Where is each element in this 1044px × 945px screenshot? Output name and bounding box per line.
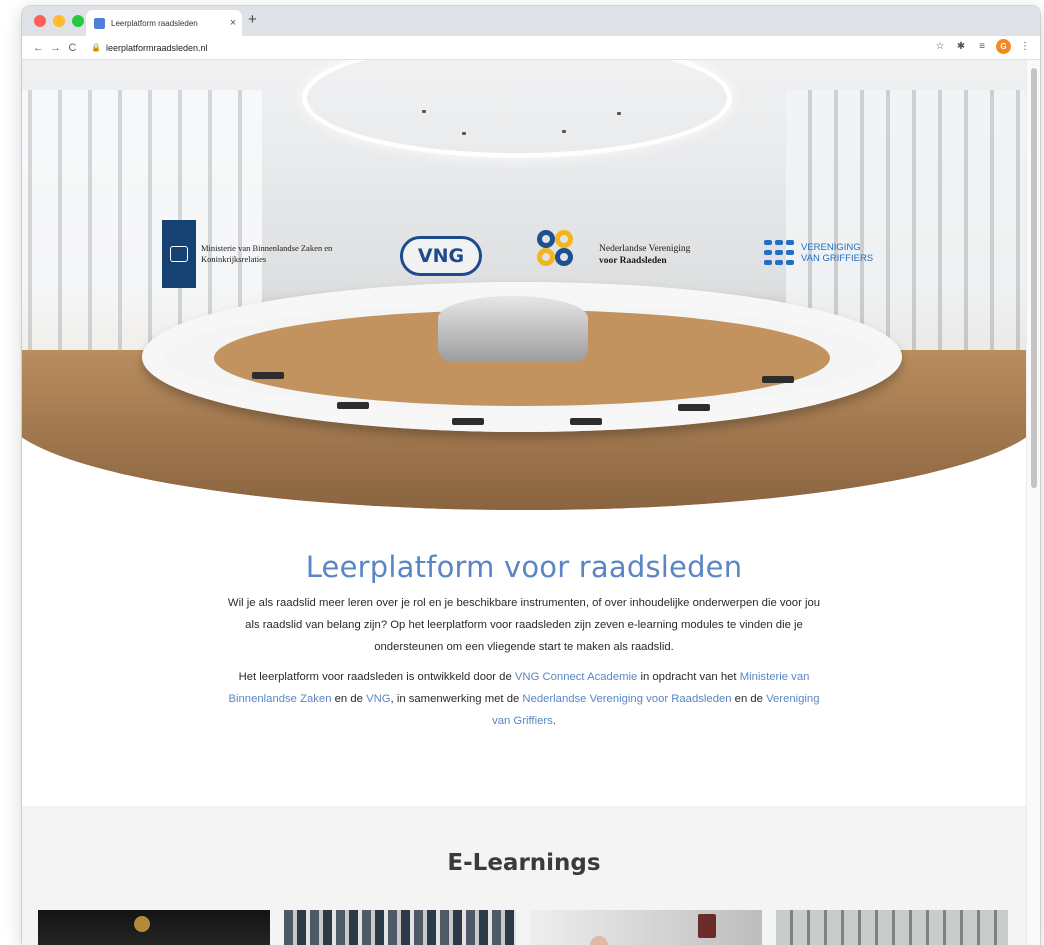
link-nvvr[interactable]: Nederlandse Vereniging voor Raadsleden (522, 693, 731, 705)
reload-icon[interactable]: C (64, 42, 81, 54)
elearning-card[interactable] (38, 910, 270, 945)
ceiling-spot (617, 112, 621, 115)
elearning-card[interactable] (776, 910, 1008, 945)
ceiling-spot (422, 110, 426, 113)
microphone-icon (570, 418, 602, 425)
microphone-icon (337, 402, 369, 409)
logo-ministerie-text: Ministerie van Binnenlandse Zaken en Kon… (201, 243, 333, 264)
link-vng[interactable]: VNG (366, 693, 390, 705)
intro-section: Leerplatform voor raadsleden Wil je als … (22, 550, 1026, 732)
scrollbar-thumb[interactable] (1031, 68, 1037, 488)
microphone-icon (678, 404, 710, 411)
credits-text: en de (331, 693, 367, 705)
ceiling-spot (462, 132, 466, 135)
vvg-mark-icon (764, 240, 794, 266)
link-vng-connect-academie[interactable]: VNG Connect Academie (515, 671, 637, 683)
credits-text: in opdracht van het (637, 671, 740, 683)
tab-close-icon[interactable]: × (224, 17, 242, 29)
credits-text: Het leerplatform voor raadsleden is ontw… (238, 671, 515, 683)
forward-arrow-icon[interactable]: → (47, 42, 64, 54)
logo-vvg: VERENIGING VAN GRIFFIERS (764, 240, 873, 266)
partner-logos: Ministerie van Binnenlandse Zaken en Kon… (162, 210, 902, 300)
tab-title: Leerplatform raadsleden (111, 18, 198, 28)
card-photo-detail (590, 936, 608, 945)
elearning-card[interactable] (530, 910, 762, 945)
new-tab-button[interactable]: + (248, 11, 257, 28)
kebab-menu-icon[interactable]: ⋮ (1018, 41, 1032, 52)
close-window-button[interactable] (34, 15, 46, 27)
elearning-card[interactable] (284, 910, 516, 945)
nvvr-text-line2: voor Raadsleden (599, 256, 667, 266)
nvvr-mark-icon (537, 230, 591, 280)
credits-text: , in samenwerking met de (390, 693, 523, 705)
star-icon[interactable]: ☆ (933, 41, 947, 52)
speaker-podium (438, 296, 588, 362)
logo-ministerie: Ministerie van Binnenlandse Zaken en Kon… (162, 220, 371, 288)
lock-icon: 🔒 (91, 43, 101, 52)
browser-tab[interactable]: Leerplatform raadsleden × (86, 10, 242, 36)
intro-paragraph-credits: Het leerplatform voor raadsleden is ontw… (224, 666, 824, 732)
credits-text: en de (731, 693, 767, 705)
back-arrow-icon[interactable]: ← (30, 42, 47, 54)
elearnings-section: E-Learnings (22, 806, 1026, 945)
card-photo-detail (134, 916, 150, 932)
intro-paragraph: Wil je als raadslid meer leren over je r… (227, 597, 821, 653)
puzzle-extension-icon[interactable]: ✱ (954, 41, 968, 52)
microphone-icon (452, 418, 484, 425)
vvg-text-line2: VAN GRIFFIERS (801, 253, 874, 264)
credits-text: . (552, 715, 556, 727)
tab-strip: Leerplatform raadsleden × + (22, 6, 1040, 36)
elearnings-title: E-Learnings (447, 850, 601, 876)
logo-vng: VNG (400, 236, 482, 276)
vvg-text-line1: VERENIGING (801, 242, 861, 253)
page-scrollbar[interactable] (1026, 60, 1040, 945)
microphone-icon (762, 376, 794, 383)
ceiling-light-ring (302, 60, 732, 158)
page-content: Ministerie van Binnenlandse Zaken en Kon… (22, 60, 1026, 945)
hero-banner: Ministerie van Binnenlandse Zaken en Kon… (22, 60, 1026, 512)
logo-vvg-text: VERENIGING VAN GRIFFIERS (801, 242, 873, 264)
logo-nvvr-text: Nederlandse Vereniging voor Raadsleden (599, 243, 690, 267)
ceiling-spot (562, 130, 566, 133)
toolbar-actions: ☆ ✱ ≡ G ⋮ (933, 39, 1032, 54)
maximize-window-button[interactable] (72, 15, 84, 27)
browser-window: Leerplatform raadsleden × + ← → C 🔒 leer… (22, 6, 1040, 945)
nvvr-text-line1: Nederlandse Vereniging (599, 244, 691, 254)
card-photo-detail (698, 914, 716, 938)
minimize-window-button[interactable] (53, 15, 65, 27)
avatar[interactable]: G (996, 39, 1011, 54)
logo-nvvr: Nederlandse Vereniging voor Raadsleden (537, 230, 690, 280)
reading-list-icon[interactable]: ≡ (975, 41, 989, 52)
page-title: Leerplatform voor raadsleden (305, 550, 743, 584)
address-bar[interactable]: leerplatformraadsleden.nl (106, 43, 208, 53)
rijksoverheid-crest-icon (162, 220, 196, 288)
microphone-icon (252, 372, 284, 379)
browser-toolbar: ← → C 🔒 leerplatformraadsleden.nl ☆ ✱ ≡ … (22, 36, 1040, 60)
favicon-icon (94, 17, 105, 29)
